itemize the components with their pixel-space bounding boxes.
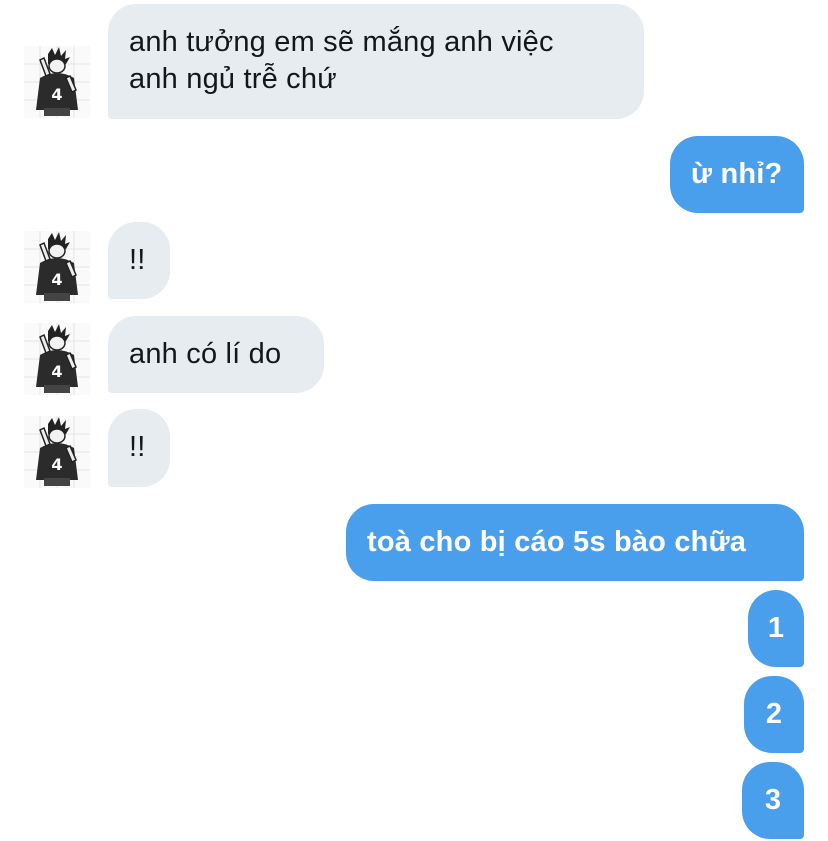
svg-text:4: 4 <box>51 270 62 289</box>
outgoing-message-bubble[interactable]: 2 <box>744 676 804 753</box>
message-text: toà cho bị cáo 5s bào chữa <box>367 526 747 558</box>
incoming-message-bubble[interactable]: !! <box>108 409 170 487</box>
svg-text:4: 4 <box>51 362 62 381</box>
outgoing-message-bubble[interactable]: toà cho bị cáo 5s bào chữa <box>346 504 804 581</box>
incoming-message-bubble[interactable]: anh có lí do <box>108 316 324 393</box>
message-text: anh có lí do <box>129 338 282 370</box>
outgoing-message-bubble[interactable]: 1 <box>748 590 804 667</box>
outgoing-message-bubble[interactable]: 3 <box>742 762 804 839</box>
message-text: 2 <box>765 698 783 730</box>
sender-avatar[interactable]: 4 <box>24 46 90 118</box>
sender-avatar[interactable]: 4 <box>24 416 90 488</box>
message-text: !! <box>129 244 146 276</box>
incoming-message-bubble[interactable]: !! <box>108 222 170 299</box>
chat-thread: { "messages": [ { "direction": "incoming… <box>0 0 828 841</box>
incoming-message-bubble[interactable]: anh tưởng em sẽ mắng anh việc anh ngủ tr… <box>108 4 644 119</box>
outgoing-message-bubble[interactable]: ừ nhỉ? <box>670 136 804 213</box>
sender-avatar[interactable]: 4 <box>24 231 90 303</box>
sender-avatar[interactable]: 4 <box>24 323 90 395</box>
message-text-line: anh ngủ trễ chứ <box>129 63 337 95</box>
message-text: !! <box>129 431 146 463</box>
svg-text:4: 4 <box>51 85 62 104</box>
svg-text:4: 4 <box>51 455 62 474</box>
message-text-line: anh tưởng em sẽ mắng anh việc <box>129 26 554 58</box>
message-text: 3 <box>764 784 782 816</box>
message-text: ừ nhỉ? <box>691 158 783 190</box>
message-text: 1 <box>767 612 785 644</box>
